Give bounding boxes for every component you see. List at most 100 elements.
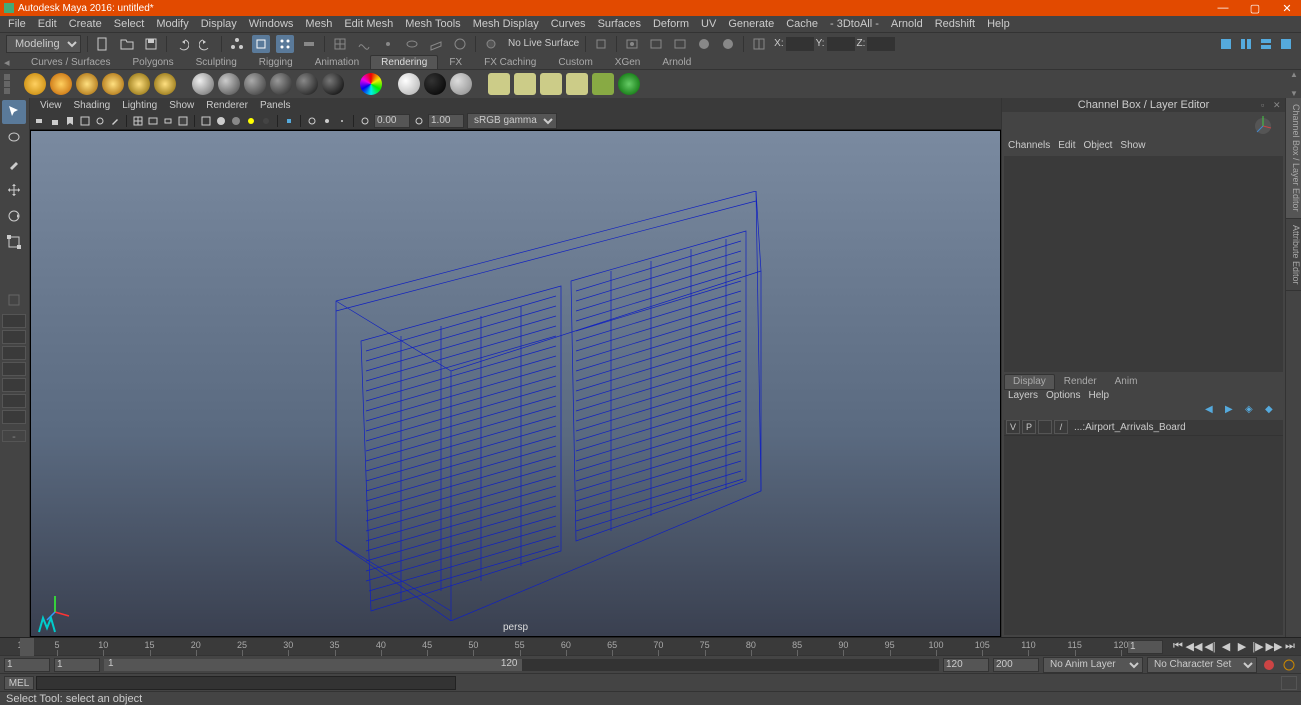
auto-key-icon[interactable] — [1261, 657, 1277, 673]
cb-menu-edit[interactable]: Edit — [1058, 140, 1075, 154]
menu-curves[interactable]: Curves — [545, 18, 592, 30]
render-settings-icon[interactable] — [671, 35, 689, 53]
minimize-button[interactable]: — — [1213, 2, 1233, 15]
step-back-key-icon[interactable]: ◀◀ — [1187, 640, 1201, 654]
menu-create[interactable]: Create — [63, 18, 108, 30]
step-forward-icon[interactable]: |▶ — [1251, 640, 1265, 654]
side-tab-attribute-editor[interactable]: Attribute Editor — [1286, 219, 1301, 292]
le-menu-options[interactable]: Options — [1046, 390, 1080, 404]
collapse-toolbox-icon[interactable]: - — [2, 430, 26, 442]
menu-windows[interactable]: Windows — [243, 18, 300, 30]
panel-layout-icon[interactable] — [750, 35, 768, 53]
new-layer-assign-icon[interactable]: ◆ — [1265, 404, 1279, 416]
render-frame-icon[interactable] — [623, 35, 641, 53]
play-start-input[interactable] — [54, 658, 100, 672]
script-editor-icon[interactable] — [1281, 676, 1297, 690]
view-compass[interactable] — [1002, 112, 1285, 140]
menu-uv[interactable]: UV — [695, 18, 722, 30]
prefs-icon[interactable] — [1281, 657, 1297, 673]
panel-menu-show[interactable]: Show — [163, 100, 200, 111]
gamma-input[interactable] — [428, 114, 464, 128]
menu-arnold[interactable]: Arnold — [885, 18, 929, 30]
menu-mesh-tools[interactable]: Mesh Tools — [399, 18, 466, 30]
hypershade-shelf-icon[interactable] — [540, 73, 562, 95]
undo-icon[interactable] — [173, 35, 191, 53]
le-menu-help[interactable]: Help — [1088, 390, 1109, 404]
layer-playback-toggle[interactable]: P — [1022, 420, 1036, 434]
shelf-options-icon[interactable] — [4, 74, 20, 94]
assign-blinn-icon[interactable] — [218, 73, 240, 95]
snap-curve-icon[interactable] — [355, 35, 373, 53]
close-button[interactable]: ✕ — [1277, 2, 1297, 15]
render-view-icon[interactable] — [719, 35, 737, 53]
x-input[interactable] — [786, 37, 814, 51]
volume-light-icon[interactable] — [154, 73, 176, 95]
grease-pencil-icon[interactable] — [109, 115, 121, 127]
ipr-render-icon[interactable] — [647, 35, 665, 53]
move-layer-down-icon[interactable]: ▶ — [1225, 404, 1239, 416]
point-light-icon[interactable] — [76, 73, 98, 95]
bookmarks-icon[interactable] — [64, 115, 76, 127]
play-back-icon[interactable]: ◀ — [1219, 640, 1233, 654]
paint-select-tool-icon[interactable] — [2, 152, 26, 176]
two-pane-stacked-icon[interactable] — [2, 362, 26, 376]
menu-edit[interactable]: Edit — [32, 18, 63, 30]
scale-tool-icon[interactable] — [2, 230, 26, 254]
panel-menu-shading[interactable]: Shading — [68, 100, 117, 111]
shelf-menu-icon[interactable]: ◂ — [4, 56, 10, 69]
panel-menu-view[interactable]: View — [34, 100, 68, 111]
menu-generate[interactable]: Generate — [722, 18, 780, 30]
command-input[interactable] — [36, 676, 456, 690]
isolate-select-icon[interactable] — [283, 115, 295, 127]
redo-icon[interactable] — [197, 35, 215, 53]
close-panel-icon[interactable]: ✕ — [1273, 100, 1283, 110]
assign-phong-icon[interactable] — [244, 73, 266, 95]
layer-mode-toggle[interactable] — [1038, 420, 1052, 434]
render-settings-shelf-icon[interactable] — [514, 73, 536, 95]
two-pane-side-icon[interactable] — [2, 346, 26, 360]
viewport[interactable]: persp — [30, 130, 1001, 637]
menu-mesh[interactable]: Mesh — [299, 18, 338, 30]
construction-history-icon[interactable] — [592, 35, 610, 53]
menu-select[interactable]: Select — [108, 18, 151, 30]
new-layer-icon[interactable]: ◈ — [1245, 404, 1259, 416]
select-tool-icon[interactable] — [2, 100, 26, 124]
move-layer-up-icon[interactable]: ◀ — [1205, 404, 1219, 416]
assign-phong-e-icon[interactable] — [270, 73, 292, 95]
snap-grid-icon[interactable] — [331, 35, 349, 53]
shelf-tab-sculpting[interactable]: Sculpting — [185, 55, 248, 69]
layer-reference-toggle[interactable]: / — [1054, 420, 1068, 434]
panel-menu-panels[interactable]: Panels — [254, 100, 297, 111]
side-tab-channel-box[interactable]: Channel Box / Layer Editor — [1286, 98, 1301, 219]
lasso-tool-icon[interactable] — [2, 126, 26, 150]
single-pane-icon[interactable] — [2, 314, 26, 328]
layer-row[interactable]: V P / ...:Airport_Arrivals_Board — [1004, 420, 1283, 436]
y-input[interactable] — [827, 37, 855, 51]
panel-menu-lighting[interactable]: Lighting — [116, 100, 163, 111]
render-view-shelf-icon[interactable] — [488, 73, 510, 95]
select-by-hierarchy-icon[interactable] — [228, 35, 246, 53]
z-input[interactable] — [867, 37, 895, 51]
make-live-icon[interactable] — [482, 35, 500, 53]
shelf-tab-polygons[interactable]: Polygons — [121, 55, 184, 69]
ambient-light-icon[interactable] — [24, 73, 46, 95]
three-pane-icon[interactable] — [2, 378, 26, 392]
grid-icon[interactable] — [132, 115, 144, 127]
menu-edit-mesh[interactable]: Edit Mesh — [338, 18, 399, 30]
four-pane-icon[interactable] — [2, 330, 26, 344]
shelf-tab-rendering[interactable]: Rendering — [370, 55, 438, 69]
save-scene-icon[interactable] — [142, 35, 160, 53]
toggle-attr-editor-icon[interactable] — [1217, 35, 1235, 53]
new-scene-icon[interactable] — [94, 35, 112, 53]
shelf-scroll[interactable]: ▲▼ — [1289, 70, 1299, 98]
shelf-tab-fx[interactable]: FX — [438, 55, 473, 69]
menu-modify[interactable]: Modify — [150, 18, 194, 30]
use-all-lights-icon[interactable] — [245, 115, 257, 127]
graph-pane-icon[interactable] — [2, 410, 26, 424]
menu-cache[interactable]: Cache — [780, 18, 824, 30]
menu-redshift[interactable]: Redshift — [929, 18, 981, 30]
layered-shader-icon[interactable] — [360, 73, 382, 95]
area-light-icon[interactable] — [128, 73, 150, 95]
snap-projected-icon[interactable] — [403, 35, 421, 53]
le-menu-layers[interactable]: Layers — [1008, 390, 1038, 404]
